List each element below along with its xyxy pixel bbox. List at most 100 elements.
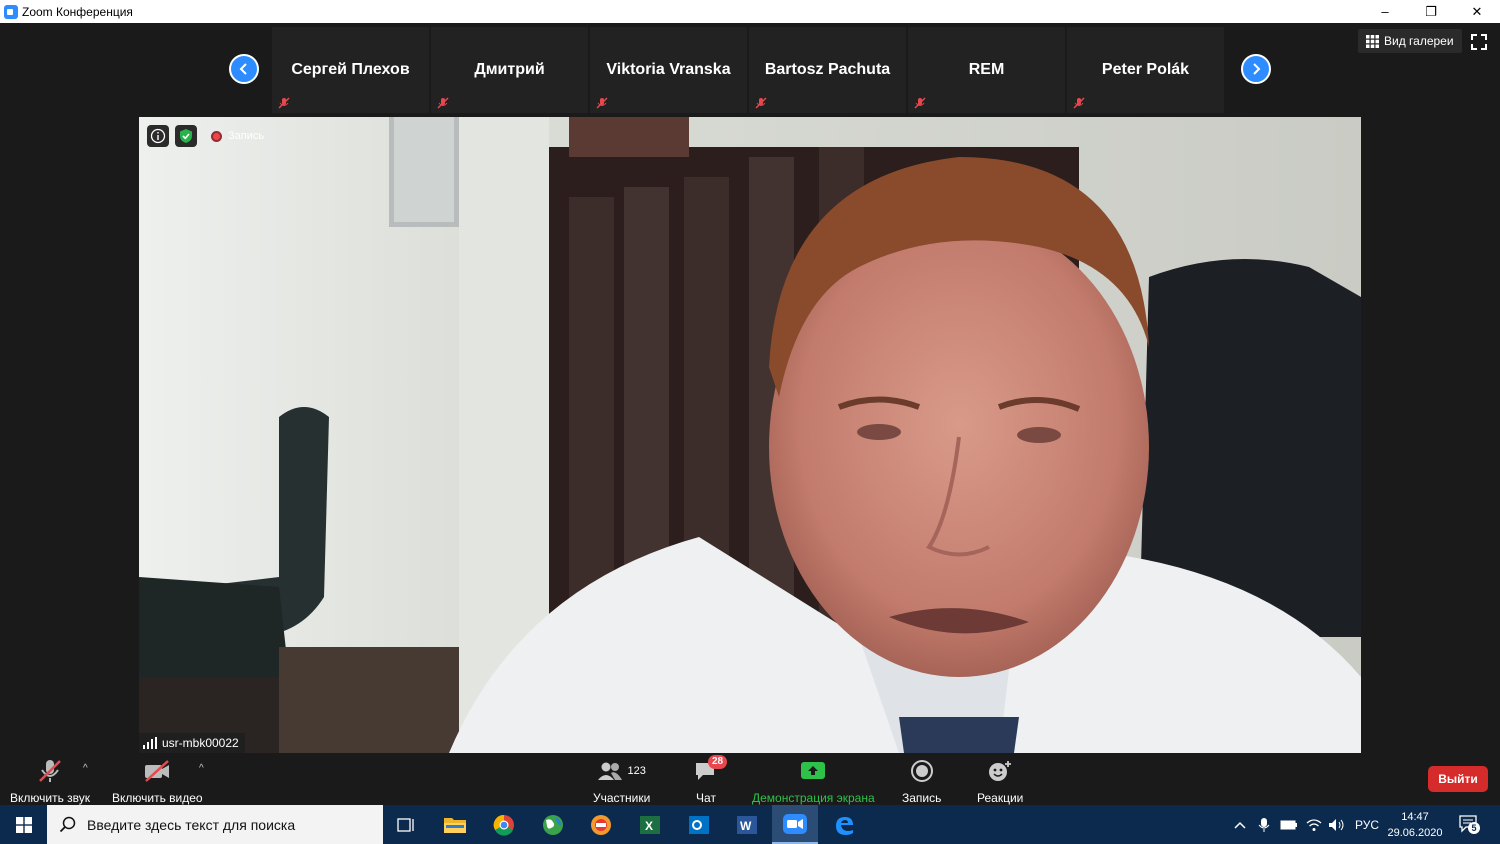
audio-options-chevron-icon[interactable]: ^: [83, 763, 88, 774]
participant-name: REM: [968, 61, 1005, 78]
globe-icon: [543, 814, 563, 835]
outlook-icon: [689, 815, 709, 834]
clock-time: 14:47: [1401, 811, 1429, 823]
grid-icon: [1366, 34, 1379, 48]
action-center-button[interactable]: 5: [1458, 814, 1480, 834]
speaker-name: usr-mbk00022: [162, 736, 239, 750]
word-app[interactable]: W: [724, 805, 770, 844]
participant-name: Peter Polák: [1101, 61, 1190, 78]
start-button[interactable]: [0, 805, 47, 844]
reactions-button[interactable]: Реакции: [977, 757, 1023, 805]
meeting-stage: Сергей Плехов Дмитрий Viktoria Vranska B…: [0, 23, 1500, 753]
info-icon: [150, 128, 166, 144]
chrome-icon: [493, 814, 514, 836]
folder-icon: [444, 817, 466, 833]
excel-app[interactable]: X: [627, 805, 673, 844]
recording-indicator: Запись: [211, 130, 264, 142]
windows-logo-icon: [15, 816, 32, 833]
volume-icon[interactable]: [1328, 818, 1346, 832]
window-controls: – ❐ ✕: [1362, 0, 1500, 23]
speaker-video-frame: [139, 117, 1361, 753]
close-button[interactable]: ✕: [1454, 0, 1500, 23]
gallery-view-button[interactable]: Вид галереи: [1358, 29, 1462, 53]
task-view-button[interactable]: [383, 805, 429, 844]
maps-app[interactable]: [530, 805, 576, 844]
share-screen-icon: [801, 762, 826, 779]
chevron-right-icon: [1253, 63, 1261, 75]
recording-dot-icon: [211, 130, 222, 142]
muted-mic-icon: [914, 97, 926, 109]
participants-count: 123: [627, 765, 646, 777]
share-screen-button[interactable]: Демонстрация экрана: [752, 757, 875, 805]
svg-text:X: X: [645, 819, 653, 833]
participants-button[interactable]: 123 Участники: [593, 757, 650, 805]
taskbar-search-input[interactable]: Введите здесь текст для поиска: [47, 805, 383, 844]
svg-text:W: W: [740, 819, 752, 833]
ppt-viewer-app[interactable]: [578, 805, 624, 844]
clock-date: 29.06.2020: [1387, 827, 1443, 839]
chevron-left-icon: [239, 63, 247, 75]
edge-icon: [836, 816, 853, 835]
muted-mic-icon: [437, 97, 449, 109]
show-hidden-icons-chevron-icon[interactable]: [1233, 820, 1247, 830]
search-icon: [59, 816, 76, 832]
muted-mic-icon: [755, 97, 767, 109]
record-button[interactable]: Запись: [902, 757, 941, 805]
signal-strength-icon: [143, 737, 157, 749]
meeting-info-bar: Запись: [147, 125, 264, 147]
next-page-button[interactable]: [1241, 54, 1271, 84]
meeting-controls: Включить звук ^ Включить видео ^ 123 Уча…: [0, 753, 1500, 805]
restore-button[interactable]: ❐: [1408, 0, 1454, 23]
microphone-icon[interactable]: [1258, 817, 1270, 833]
title-bar: Zoom Конференция – ❐ ✕: [0, 0, 1500, 23]
participant-tile[interactable]: Peter Polák: [1067, 27, 1224, 113]
windows-taskbar: Введите здесь текст для поиска X W РУС 1…: [0, 805, 1500, 844]
start-video-label: Включить видео: [112, 791, 203, 805]
unmute-label: Включить звук: [10, 791, 91, 805]
meeting-info-button[interactable]: [147, 125, 169, 147]
chrome-app[interactable]: [481, 805, 527, 844]
battery-icon[interactable]: [1280, 819, 1298, 831]
active-speaker-video: Запись usr-mbk00022: [139, 117, 1361, 753]
zoom-camera-icon: [783, 813, 807, 834]
participant-name: Viktoria Vranska: [606, 61, 731, 78]
encryption-button[interactable]: [175, 125, 197, 147]
gallery-view-label: Вид галереи: [1384, 34, 1454, 48]
participant-tile[interactable]: Bartosz Pachuta: [749, 27, 906, 113]
window-title: Zoom Конференция: [22, 4, 133, 19]
unmute-button[interactable]: Включить звук: [10, 757, 90, 805]
edge-app[interactable]: [821, 805, 867, 844]
participant-tile[interactable]: Дмитрий: [431, 27, 588, 113]
zoom-window: Zoom Конференция – ❐ ✕ Сергей Плехов Дми…: [0, 0, 1500, 844]
participants-label: Участники: [593, 791, 651, 805]
minimize-button[interactable]: –: [1362, 0, 1408, 23]
recording-label: Запись: [228, 130, 265, 142]
speaker-name-tag: usr-mbk00022: [139, 733, 245, 753]
chat-button[interactable]: 28 Чат: [694, 755, 728, 805]
taskbar-clock[interactable]: 14:47 29.06.2020: [1382, 809, 1448, 841]
participant-tile[interactable]: Сергей Плехов: [272, 27, 429, 113]
participant-name: Сергей Плехов: [291, 61, 410, 78]
word-icon: W: [737, 815, 757, 834]
search-placeholder: Введите здесь текст для поиска: [87, 816, 296, 833]
chat-label: Чат: [696, 791, 716, 805]
start-video-button[interactable]: Включить видео: [112, 757, 203, 805]
participant-tile[interactable]: Viktoria Vranska: [590, 27, 747, 113]
participant-strip: Сергей Плехов Дмитрий Viktoria Vranska B…: [272, 27, 1224, 113]
participant-tile[interactable]: REM: [908, 27, 1065, 113]
fullscreen-icon[interactable]: [1470, 33, 1488, 51]
muted-mic-icon: [1073, 97, 1085, 109]
chat-unread-badge: 28: [708, 755, 728, 769]
muted-mic-icon: [596, 97, 608, 109]
leave-meeting-button[interactable]: Выйти: [1428, 766, 1488, 792]
file-explorer-app[interactable]: [432, 805, 478, 844]
participant-name: Дмитрий: [474, 61, 545, 78]
outlook-app[interactable]: [676, 805, 722, 844]
notifications-count: 5: [1468, 822, 1480, 834]
wifi-icon[interactable]: [1306, 818, 1322, 832]
input-language[interactable]: РУС: [1355, 818, 1379, 832]
record-label: Запись: [902, 791, 942, 805]
zoom-app[interactable]: [772, 805, 818, 844]
previous-page-button[interactable]: [229, 54, 259, 84]
video-options-chevron-icon[interactable]: ^: [199, 763, 204, 774]
